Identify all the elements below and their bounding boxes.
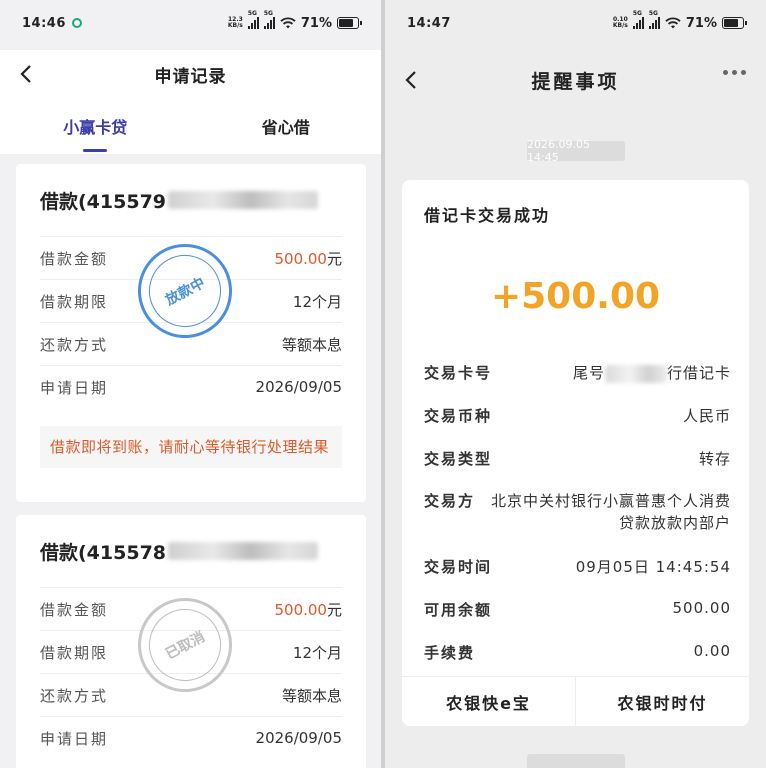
- redacted-loan-id: [168, 542, 319, 560]
- chevron-left-icon: [20, 65, 31, 83]
- detail-card-number: 交易卡号 尾号 行借记卡: [424, 364, 731, 383]
- tab-xiaoying-card-loan[interactable]: 小赢卡贷: [0, 98, 191, 154]
- page-title: 申请记录: [154, 66, 227, 87]
- top-nav: 提醒事项: [385, 52, 766, 108]
- battery-percent: 71%: [300, 15, 332, 31]
- loan-records-screen: 14:46 12.3 KB/s 5G 5G 71% 申请记录 小赢卡贷 省心借 借…: [0, 0, 381, 768]
- detail-counterparty: 交易方 北京中关村银行小赢普惠个人消费贷款放款内部户: [424, 492, 732, 532]
- back-button[interactable]: [14, 62, 38, 86]
- app-notification-icon: [71, 18, 82, 28]
- signal-icon: 5G: [632, 10, 644, 29]
- loan-record-card[interactable]: 借款(415579 借款金额 500.00元 借款期限 12个月 还款方式 等额本息 …: [16, 164, 366, 502]
- signal-icon: 5G: [247, 10, 259, 29]
- battery-percent: 71%: [685, 15, 717, 31]
- status-time: 14:47: [407, 15, 451, 31]
- status-notice: 借款即将到账，请耐心等待银行处理结果: [40, 426, 342, 468]
- transaction-amount: +500.00: [490, 276, 661, 317]
- loan-title: 借款(415578: [40, 515, 342, 587]
- tab-shengxin-loan[interactable]: 省心借: [191, 98, 382, 154]
- detail-time: 交易时间 09月05日 14:45:54: [424, 558, 731, 576]
- page-title: 提醒事项: [531, 70, 620, 93]
- status-bar: 14:47 0.10 KB/s 5G 5G 71%: [385, 0, 766, 46]
- next-message-timestamp: [527, 754, 625, 768]
- redacted-card-number: [604, 364, 667, 383]
- detail-available-balance: 可用余额 500.00: [424, 599, 731, 619]
- wifi-icon: [280, 17, 296, 29]
- apply-date-row: 申请日期 2026/09/05: [40, 365, 342, 408]
- reminders-screen: 14:47 0.10 KB/s 5G 5G 71% 提醒事项 2026.09.05…: [385, 0, 766, 768]
- signal-icon: 5G: [648, 10, 660, 29]
- detail-fee: 手续费 0.00: [424, 642, 731, 662]
- kuai-e-bao-button[interactable]: 农银快e宝: [402, 677, 575, 726]
- loan-record-card[interactable]: 借款(415578 借款金额 500.00元 借款期限 12个月 还款方式 等额本息 …: [16, 515, 366, 768]
- product-tabs: 小赢卡贷 省心借: [0, 98, 381, 154]
- status-time: 14:46: [22, 15, 66, 31]
- apply-date-row: 申请日期 2026/09/05: [40, 716, 342, 759]
- message-timestamp: 2026.09.05 14:45: [527, 138, 625, 164]
- battery-icon: [722, 17, 747, 29]
- shi-shi-fu-button[interactable]: 农银时时付: [575, 677, 749, 726]
- back-button[interactable]: [399, 68, 423, 92]
- top-nav: 申请记录: [0, 50, 381, 98]
- net-speed: 0.10 KB/s: [612, 16, 628, 29]
- message-actions: 农银快e宝 农银时时付: [402, 676, 749, 726]
- transaction-message-card: 借记卡交易成功 +500.00 交易卡号 尾号 行借记卡 交易币种 人民币 交易类型…: [402, 180, 749, 726]
- message-title: 借记卡交易成功: [424, 206, 551, 225]
- net-speed: 12.3 KB/s: [227, 16, 243, 29]
- more-options-button[interactable]: [723, 70, 746, 75]
- battery-icon: [337, 17, 362, 29]
- detail-type: 交易类型 转存: [424, 450, 731, 468]
- status-bar: 14:46 12.3 KB/s 5G 5G 71%: [0, 0, 381, 46]
- loan-title: 借款(415579: [40, 164, 342, 236]
- chevron-left-icon: [405, 71, 416, 89]
- signal-icon: 5G: [263, 10, 275, 29]
- detail-currency: 交易币种 人民币: [424, 407, 731, 425]
- redacted-loan-id: [168, 191, 319, 209]
- wifi-icon: [665, 17, 681, 29]
